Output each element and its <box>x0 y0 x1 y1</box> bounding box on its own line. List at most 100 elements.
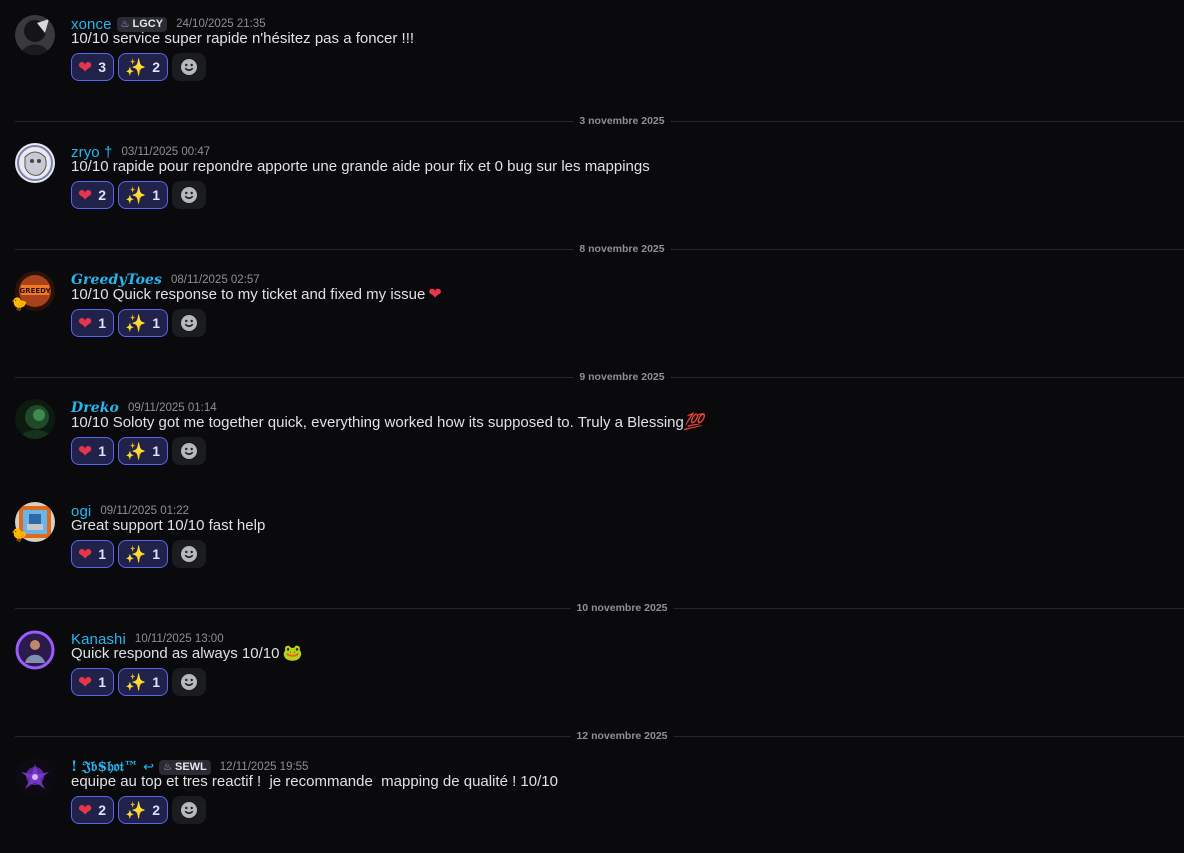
avatar[interactable] <box>15 15 55 55</box>
message-text: 10/10 Quick response to my ticket and fi… <box>71 286 426 303</box>
dark-avatar-icon <box>15 15 55 55</box>
reaction-sparkles[interactable]: ✨ 2 <box>118 796 169 824</box>
date-divider: 12 novembre 2025 <box>15 729 1184 743</box>
reaction-count: 2 <box>152 802 161 818</box>
date-divider-label: 10 novembre 2025 <box>570 601 674 615</box>
date-divider: 3 novembre 2025 <box>15 114 1184 128</box>
reaction-sparkles[interactable]: ✨ 1 <box>118 668 169 696</box>
frog-emoji-icon: 🐸 <box>282 645 303 662</box>
avatar[interactable] <box>15 630 55 670</box>
message-content: Great support 10/10 fast help <box>71 516 265 536</box>
reaction-heart[interactable]: ❤ 2 <box>71 181 115 209</box>
avatar[interactable] <box>15 399 55 439</box>
smiley-icon <box>181 674 198 690</box>
reactions: ❤ 2 ✨ 1 <box>71 181 207 209</box>
date-divider-label: 8 novembre 2025 <box>573 242 671 256</box>
green-avatar-icon <box>15 399 55 439</box>
smiley-icon <box>181 59 198 75</box>
smiley-icon <box>181 315 198 331</box>
heart-emoji-icon: ❤ <box>78 800 93 820</box>
date-divider: 10 novembre 2025 <box>15 601 1184 615</box>
sparkles-emoji-icon: ✨ <box>125 185 147 205</box>
purple-flower-avatar-icon <box>15 758 55 798</box>
sketch-avatar-icon <box>15 143 55 183</box>
reaction-count: 3 <box>98 59 107 75</box>
message-content: Quick respond as always 10/10 🐸 <box>71 644 302 664</box>
add-reaction-button[interactable] <box>172 53 207 81</box>
reaction-sparkles[interactable]: ✨ 1 <box>118 437 169 465</box>
add-reaction-button[interactable] <box>172 796 207 824</box>
avatar[interactable] <box>15 758 55 798</box>
sparkles-emoji-icon: ✨ <box>125 672 147 692</box>
heart-emoji-icon: ❤ <box>78 441 93 461</box>
reaction-count: 1 <box>152 315 161 331</box>
message-text: Quick respond as always 10/10 <box>71 645 280 662</box>
message-text: 10/10 Soloty got me together quick, ever… <box>71 414 684 431</box>
reaction-heart[interactable]: ❤ 1 <box>71 309 115 337</box>
add-reaction-button[interactable] <box>172 181 207 209</box>
reaction-count: 1 <box>98 674 107 690</box>
reaction-sparkles[interactable]: ✨ 1 <box>118 309 169 337</box>
hundred-points-emoji-icon: 💯 <box>683 414 704 431</box>
reaction-heart[interactable]: ❤ 2 <box>71 796 115 824</box>
reaction-heart[interactable]: ❤ 1 <box>71 540 115 568</box>
smiley-icon <box>181 546 198 562</box>
message-text: 10/10 service super rapide n'hésitez pas… <box>71 30 415 47</box>
reaction-heart[interactable]: ❤ 1 <box>71 668 115 696</box>
message-text: 10/10 rapide pour repondre apporte une g… <box>71 158 650 175</box>
message-content: 10/10 service super rapide n'hésitez pas… <box>71 29 414 49</box>
add-reaction-button[interactable] <box>172 437 207 465</box>
add-reaction-button[interactable] <box>172 309 207 337</box>
reaction-count: 2 <box>98 187 107 203</box>
reaction-count: 1 <box>152 674 161 690</box>
add-reaction-button[interactable] <box>172 540 207 568</box>
purple-flame-icon: ♨ <box>163 761 172 773</box>
reaction-count: 2 <box>98 802 107 818</box>
smiley-icon <box>181 187 198 203</box>
date-divider: 8 novembre 2025 <box>15 242 1184 256</box>
reaction-sparkles[interactable]: ✨ 1 <box>118 540 169 568</box>
heart-emoji-icon: ❤ <box>78 185 93 205</box>
heart-emoji-icon: ❤ <box>428 286 442 303</box>
reactions: ❤ 2 ✨ 2 <box>71 796 207 824</box>
smiley-icon <box>181 802 198 818</box>
reaction-count: 1 <box>152 443 161 459</box>
purple-flame-icon: ♨ <box>120 18 130 30</box>
svg-text:GREEDY: GREEDY <box>19 287 51 295</box>
reaction-count: 2 <box>152 59 161 75</box>
date-divider-label: 3 novembre 2025 <box>573 114 671 128</box>
reactions: ❤ 1 ✨ 1 <box>71 668 207 696</box>
message-content: 10/10 Soloty got me together quick, ever… <box>71 413 704 433</box>
reaction-heart[interactable]: ❤ 1 <box>71 437 115 465</box>
reaction-sparkles[interactable]: ✨ 2 <box>118 53 169 81</box>
purple-ring-avatar-icon <box>15 630 55 670</box>
add-reaction-button[interactable] <box>172 668 207 696</box>
heart-emoji-icon: ❤ <box>78 544 93 564</box>
reactions: ❤ 1 ✨ 1 <box>71 437 207 465</box>
heart-emoji-icon: ❤ <box>78 672 93 692</box>
message-text: equipe au top et tres reactif ! je recom… <box>71 773 558 790</box>
reaction-heart[interactable]: ❤ 3 <box>71 53 115 81</box>
date-divider: 9 novembre 2025 <box>15 370 1184 384</box>
date-divider-label: 12 novembre 2025 <box>570 729 674 743</box>
reaction-count: 1 <box>98 315 107 331</box>
heart-emoji-icon: ❤ <box>78 313 93 333</box>
date-divider-label: 9 novembre 2025 <box>573 370 671 384</box>
sparkles-emoji-icon: ✨ <box>125 800 147 820</box>
reaction-sparkles[interactable]: ✨ 1 <box>118 181 169 209</box>
message-content: 10/10 rapide pour repondre apporte une g… <box>71 157 650 177</box>
sparkles-emoji-icon: ✨ <box>125 313 147 333</box>
sparkles-emoji-icon: ✨ <box>125 544 147 564</box>
message-content: 10/10 Quick response to my ticket and fi… <box>71 285 442 305</box>
avatar[interactable] <box>15 143 55 183</box>
duck-decoration-icon: 🐤 <box>11 527 28 542</box>
reaction-count: 1 <box>98 546 107 562</box>
message-text: Great support 10/10 fast help <box>71 517 266 534</box>
sparkles-emoji-icon: ✨ <box>125 441 147 461</box>
message-content: equipe au top et tres reactif ! je recom… <box>71 772 558 792</box>
duck-decoration-icon: 🐤 <box>11 296 28 311</box>
reaction-count: 1 <box>98 443 107 459</box>
reactions: ❤ 1 ✨ 1 <box>71 540 207 568</box>
smiley-icon <box>181 443 198 459</box>
reactions: ❤ 1 ✨ 1 <box>71 309 207 337</box>
